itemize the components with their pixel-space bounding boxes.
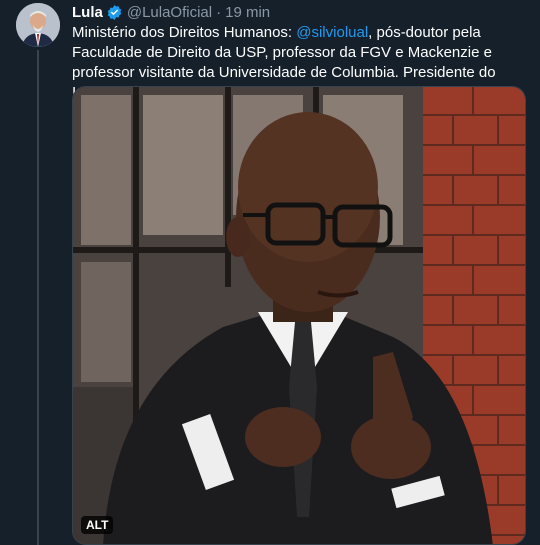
tweet[interactable]: Lula @LulaOficial · 19 min Ministério do… xyxy=(0,0,540,545)
timestamp[interactable]: 19 min xyxy=(225,4,270,21)
thread-line xyxy=(37,50,39,545)
tweet-header: Lula @LulaOficial · 19 min xyxy=(72,2,270,22)
author-name[interactable]: Lula xyxy=(72,4,103,21)
photo-content xyxy=(73,87,525,544)
verified-badge-icon xyxy=(106,4,123,21)
avatar[interactable] xyxy=(16,3,60,47)
tweet-text-part: Ministério dos Direitos Humanos: xyxy=(72,24,297,41)
alt-text-badge[interactable]: ALT xyxy=(81,516,114,534)
separator: · xyxy=(216,3,222,21)
tweet-media-photo[interactable]: ALT xyxy=(72,86,526,545)
mention-link[interactable]: @silviolual xyxy=(296,24,368,41)
author-handle[interactable]: @LulaOficial xyxy=(127,4,212,21)
